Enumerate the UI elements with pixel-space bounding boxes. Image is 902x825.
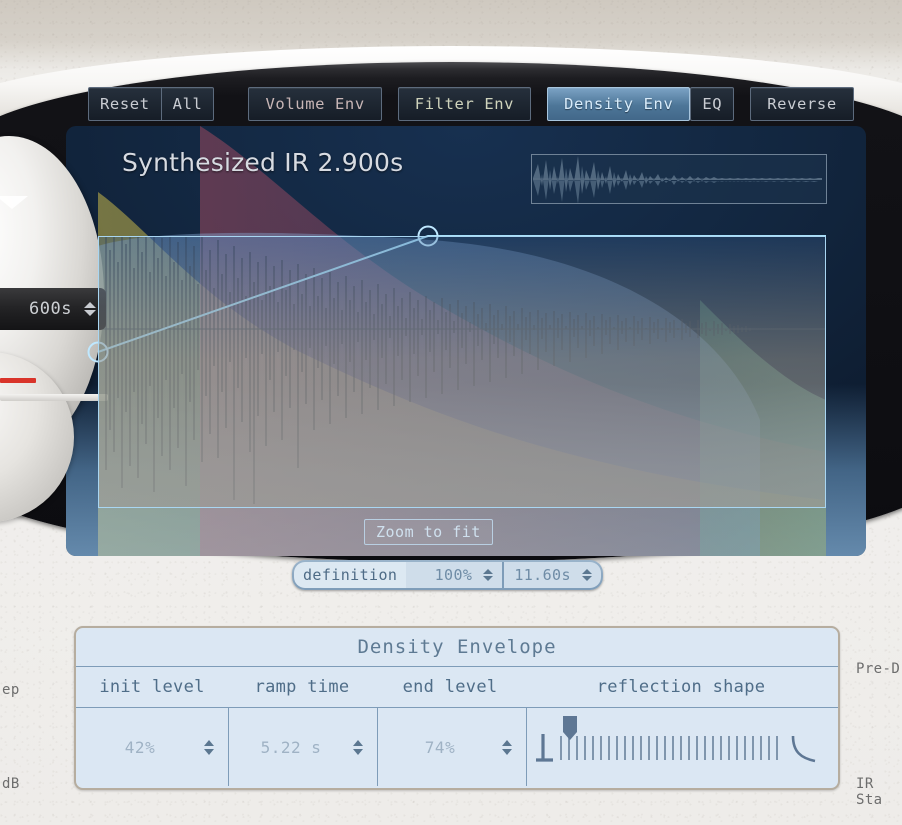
ir-title-label: Synthesized IR 2.900s — [122, 148, 404, 177]
zoom-to-fit-button[interactable]: Zoom to fit — [364, 519, 493, 545]
header-end-level: end level — [402, 677, 498, 697]
envelope-toolbar: Reset All Volume Env Filter Env Density … — [88, 84, 854, 124]
shape-ticks — [560, 736, 778, 760]
left-slider-bar[interactable] — [0, 394, 108, 401]
chevron-down-icon — [0, 196, 28, 209]
envelope-graph[interactable] — [98, 236, 826, 508]
header-ramp-time: ramp time — [254, 677, 350, 697]
label-ir-start: IR Sta — [856, 776, 883, 808]
tab-filter-env[interactable]: Filter Env — [397, 87, 532, 121]
ramp-time-stepper[interactable] — [353, 739, 377, 755]
density-envelope-panel: Density Envelope init level ramp time en… — [74, 626, 840, 790]
envelope-value-row: 42% 5.22 s 74% — [76, 707, 838, 786]
field-ramp-time[interactable]: 5.22 s — [228, 708, 377, 786]
tab-eq[interactable]: EQ — [690, 87, 735, 121]
definition-label[interactable]: definition — [294, 562, 407, 588]
header-reflection-shape: reflection shape — [596, 677, 766, 697]
definition-percent-stepper[interactable] — [478, 562, 503, 588]
left-red-indicator — [0, 378, 36, 383]
left-time-value: 600s — [29, 299, 72, 319]
init-level-stepper[interactable] — [204, 739, 228, 755]
field-reflection-shape[interactable] — [526, 708, 838, 786]
shape-end-icon — [791, 735, 816, 763]
left-time-readout[interactable]: 600s — [0, 288, 106, 330]
left-time-stepper[interactable] — [84, 302, 96, 316]
reset-all-button[interactable]: All — [160, 87, 215, 121]
shape-start-icon — [536, 734, 553, 762]
end-level-stepper[interactable] — [502, 739, 526, 755]
label-pre-delay: Pre-D — [856, 661, 901, 677]
init-level-value: 42% — [124, 737, 156, 757]
left-label-partial-top: ep — [2, 682, 20, 698]
reverse-button[interactable]: Reverse — [750, 87, 854, 121]
left-label-partial-bottom: dB — [2, 776, 20, 792]
definition-bar: definition 100% 11.60s — [292, 560, 603, 590]
definition-time-stepper[interactable] — [576, 562, 601, 588]
definition-percent-value[interactable]: 100% — [406, 562, 479, 588]
reset-button[interactable]: Reset — [88, 87, 161, 121]
reflection-shape-handle — [563, 716, 577, 740]
definition-time-value[interactable]: 11.60s — [504, 562, 577, 588]
header-init-level: init level — [99, 677, 205, 697]
ir-waveform-thumbnail[interactable] — [531, 154, 827, 204]
envelope-panel-title: Density Envelope — [357, 636, 557, 658]
ramp-time-value: 5.22 s — [260, 737, 322, 757]
end-level-value: 74% — [424, 737, 456, 757]
tab-density-env[interactable]: Density Env — [547, 87, 691, 121]
tab-volume-env[interactable]: Volume Env — [248, 87, 382, 121]
envelope-column-headers: init level ramp time end level reflectio… — [76, 666, 838, 707]
reflection-shape-slider[interactable] — [527, 708, 838, 786]
field-end-level[interactable]: 74% — [377, 708, 526, 786]
field-init-level[interactable]: 42% — [76, 708, 228, 786]
